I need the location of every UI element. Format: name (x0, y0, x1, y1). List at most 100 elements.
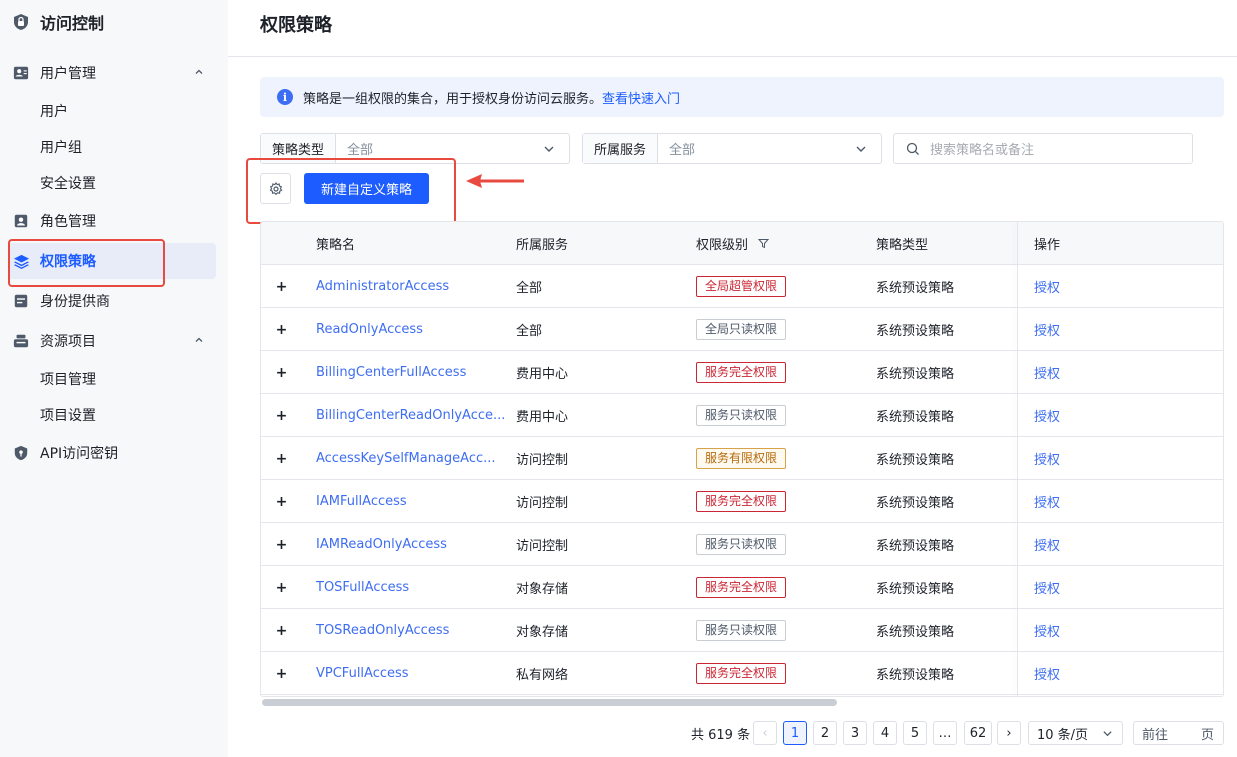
authorize-link[interactable]: 授权 (1034, 480, 1060, 523)
policy-name-link[interactable]: TOSReadOnlyAccess (316, 609, 449, 652)
policy-type: 系统预设策略 (876, 367, 955, 382)
policy-name-link[interactable]: ReadOnlyAccess (316, 308, 423, 351)
service-filter-value: 全部 (669, 143, 696, 158)
authorize-link[interactable]: 授权 (1034, 523, 1060, 566)
expand-row-icon[interactable]: + (275, 580, 288, 596)
sidebar-item-label: 用户管理 (40, 66, 96, 82)
pagination-page-5[interactable]: 5 (903, 721, 927, 745)
authorize-link[interactable]: 授权 (1034, 265, 1060, 308)
expand-row-icon[interactable]: + (275, 494, 288, 510)
access-control-icon (14, 14, 28, 30)
pagination-prev-button[interactable]: ‹ (753, 721, 777, 745)
policy-service: 全部 (516, 281, 543, 296)
table-row: + AccessKeySelfManageAcc... 访问控制 服务有限权限 系统预设… (261, 437, 1223, 480)
sidebar-item-identity-providers[interactable]: 身份提供商 (8, 283, 216, 319)
authorize-link[interactable]: 授权 (1034, 609, 1060, 652)
policy-name-link[interactable]: AccessKeySelfManageAcc... (316, 437, 496, 480)
authorize-link[interactable]: 授权 (1034, 566, 1060, 609)
policy-name-link[interactable]: IAMFullAccess (316, 480, 407, 523)
expand-row-icon[interactable]: + (275, 279, 288, 295)
annotation-arrow (466, 174, 524, 188)
policy-name-link[interactable]: VPCFullAccess (316, 652, 409, 695)
authorize-link[interactable]: 授权 (1034, 351, 1060, 394)
permission-level-cell: 服务只读权限 (696, 394, 787, 437)
main-content: 权限策略 i 策略是一组权限的集合，用于授权身份访问云服务。 查看快速入门 策略… (228, 0, 1237, 757)
policy-service: 费用中心 (516, 367, 569, 382)
permission-level-badge: 服务完全权限 (696, 362, 787, 383)
sidebar-item-label: 资源项目 (40, 334, 96, 350)
permission-level-badge: 全局只读权限 (696, 319, 787, 340)
expand-row-icon[interactable]: + (275, 537, 288, 553)
sidebar-item-resource-projects[interactable]: 资源项目 (8, 323, 216, 359)
page-size-select[interactable]: 10 条/页 (1028, 721, 1123, 745)
horizontal-scrollbar[interactable] (262, 699, 837, 706)
sidebar-item-user-management[interactable]: 用户管理 (8, 55, 216, 91)
sidebar-item-role-management[interactable]: 角色管理 (8, 203, 216, 239)
identity-provider-icon (12, 292, 30, 310)
authorize-link[interactable]: 授权 (1034, 652, 1060, 695)
policy-name-link[interactable]: BillingCenterFullAccess (316, 351, 466, 394)
policy-type: 系统预设策略 (876, 668, 955, 683)
permission-level-badge: 服务完全权限 (696, 577, 787, 598)
pagination-page-4[interactable]: 4 (873, 721, 897, 745)
sidebar-item-security-settings[interactable]: 安全设置 (8, 165, 216, 201)
expand-row-icon[interactable]: + (275, 408, 288, 424)
permission-level-cell: 服务完全权限 (696, 351, 787, 394)
search-input[interactable]: 搜索策略名或备注 (893, 133, 1193, 164)
permission-level-badge: 服务只读权限 (696, 534, 787, 555)
permission-level-badge: 全局超管权限 (696, 276, 787, 297)
chevron-down-icon (1103, 731, 1112, 737)
service-filter[interactable]: 所属服务 全部 (582, 133, 882, 164)
pagination-next-button[interactable]: › (997, 721, 1021, 745)
expand-row-icon[interactable]: + (275, 666, 288, 682)
table-row: + AdministratorAccess 全部 全局超管权限 系统预设策略 授权 (261, 265, 1223, 308)
sidebar-item-api-keys[interactable]: API访问密钥 (8, 435, 216, 471)
policy-service: 费用中心 (516, 410, 569, 425)
expand-row-icon[interactable]: + (275, 365, 288, 381)
sidebar-item-users[interactable]: 用户 (8, 93, 216, 129)
column-header-service: 所属服务 (516, 238, 569, 253)
policy-service: 全部 (516, 324, 543, 339)
column-header-action: 操作 (1034, 238, 1061, 253)
sidebar-item-project-management[interactable]: 项目管理 (8, 361, 216, 397)
pagination-page-1[interactable]: 1 (783, 721, 807, 745)
policy-service: 访问控制 (516, 496, 569, 511)
pagination-page-62[interactable]: 62 (964, 721, 992, 745)
policy-name-link[interactable]: IAMReadOnlyAccess (316, 523, 447, 566)
annotation-highlight-toolbar (246, 158, 456, 224)
policy-table: 策略名 所属服务 权限级别 策略类型 操作 + AdministratorAcce… (260, 221, 1224, 697)
chevron-up-icon (195, 69, 203, 74)
expand-row-icon[interactable]: + (275, 623, 288, 639)
info-banner: i 策略是一组权限的集合，用于授权身份访问云服务。 查看快速入门 (260, 77, 1224, 117)
authorize-link[interactable]: 授权 (1034, 394, 1060, 437)
quick-start-link[interactable]: 查看快速入门 (602, 88, 680, 107)
pagination-page-3[interactable]: 3 (843, 721, 867, 745)
info-text: 策略是一组权限的集合，用于授权身份访问云服务。 (303, 91, 603, 107)
policy-type: 系统预设策略 (876, 453, 955, 468)
policy-service: 访问控制 (516, 453, 569, 468)
authorize-link[interactable]: 授权 (1034, 308, 1060, 351)
policy-name-link[interactable]: AdministratorAccess (316, 265, 449, 308)
role-icon (12, 212, 30, 230)
pagination-ellipsis[interactable]: … (933, 721, 957, 745)
permission-level-cell: 全局超管权限 (696, 265, 787, 308)
sidebar-item-project-settings[interactable]: 项目设置 (8, 397, 216, 433)
pagination-page-2[interactable]: 2 (813, 721, 837, 745)
table-row: + IAMFullAccess 访问控制 服务完全权限 系统预设策略 授权 (261, 480, 1223, 523)
sidebar-item-label: 身份提供商 (40, 294, 110, 310)
policy-name-link[interactable]: TOSFullAccess (316, 566, 409, 609)
table-row: + ReadOnlyAccess 全部 全局只读权限 系统预设策略 授权 (261, 308, 1223, 351)
policy-type: 系统预设策略 (876, 539, 955, 554)
filter-icon[interactable] (758, 238, 770, 249)
policy-name-link[interactable]: BillingCenterReadOnlyAcce... (316, 394, 505, 437)
column-header-type: 策略类型 (876, 238, 929, 253)
policy-type: 系统预设策略 (876, 281, 955, 296)
permission-level-badge: 服务只读权限 (696, 405, 787, 426)
header-divider (228, 56, 1237, 57)
policy-service: 私有网络 (516, 668, 569, 683)
expand-row-icon[interactable]: + (275, 322, 288, 338)
authorize-link[interactable]: 授权 (1034, 437, 1060, 480)
table-row: + BillingCenterFullAccess 费用中心 服务完全权限 系统预设策略… (261, 351, 1223, 394)
sidebar-item-user-groups[interactable]: 用户组 (8, 129, 216, 165)
expand-row-icon[interactable]: + (275, 451, 288, 467)
